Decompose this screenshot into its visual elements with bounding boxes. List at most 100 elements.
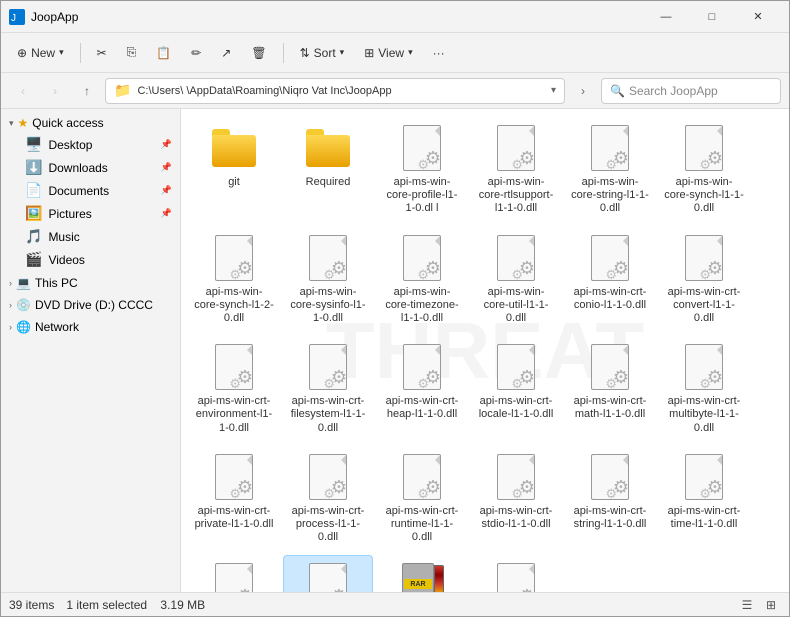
file-label: api-ms-win-core-sysinfo-l1-1-0.dll <box>288 286 368 326</box>
file-item[interactable]: ⚙ ⚙ api-ms-win-crt-process-l1-1-0.dll <box>283 446 373 552</box>
pin-icon-4: 📌 <box>161 208 172 219</box>
forward-button[interactable]: › <box>41 77 69 105</box>
file-item[interactable]: ⚙ ⚙ api-ms-win-crt-locale-l1-1-0.dll <box>471 336 561 442</box>
file-item[interactable]: ⚙ ⚙ api-ms-win-crt-math-l1-1-0.dll <box>565 336 655 442</box>
grid-view-button[interactable]: ⊞ <box>761 595 781 615</box>
sidebar-item-videos[interactable]: 🎬 Videos <box>1 248 180 271</box>
file-label: api-ms-win-crt-time-l1-1-0.dll <box>664 505 744 531</box>
sidebar-item-music[interactable]: 🎵 Music <box>1 225 180 248</box>
close-button[interactable]: ✕ <box>735 1 781 33</box>
more-button[interactable]: ··· <box>425 38 453 68</box>
file-icon-container <box>210 124 258 172</box>
maximize-button[interactable]: □ <box>689 1 735 33</box>
sort-chevron-icon: ▾ <box>340 47 345 58</box>
file-item[interactable]: ⚙ ⚙ d3dcompiler_47.dll <box>283 555 373 592</box>
quick-access-expand-icon: ▾ <box>9 118 14 129</box>
file-label: api-ms-win-crt-private-l1-1-0.dll <box>194 505 274 531</box>
file-icon-container: ⚙ ⚙ <box>492 453 540 501</box>
file-item[interactable]: ⚙ ⚙ api-ms-win-core-synch-l1-2-0.dll <box>189 227 279 333</box>
file-item[interactable]: ⚙ ⚙ api-ms-win-crt-stdio-l1-1-0.dll <box>471 446 561 552</box>
share-button[interactable]: ↗ <box>213 38 239 68</box>
back-button[interactable]: ‹ <box>9 77 37 105</box>
file-icon-container: ⚙ ⚙ <box>492 562 540 592</box>
new-icon: ⊕ <box>17 46 27 60</box>
list-view-button[interactable]: ☰ <box>737 595 757 615</box>
file-item[interactable]: ⚙ ⚙ api-ms-win-crt-heap-l1-1-0.dll <box>377 336 467 442</box>
network-section: › 🌐 Network <box>1 317 180 337</box>
file-item[interactable]: ⚙ ⚙ api-ms-win-core-rtlsupport-l1-1-0.dl… <box>471 117 561 223</box>
dll-icon: ⚙ ⚙ <box>685 344 723 390</box>
network-label: Network <box>35 320 79 334</box>
file-item[interactable]: ⚙ ⚙ api-ms-win-crt-conio-l1-1-0.dll <box>565 227 655 333</box>
network-header[interactable]: › 🌐 Network <box>1 317 180 337</box>
file-icon-container: ⚙ ⚙ <box>210 562 258 592</box>
file-item[interactable]: ⚙ ⚙ api-ms-win-crt-runtime-l1-1-0.dll <box>377 446 467 552</box>
file-item[interactable]: ⚙ ⚙ chrome_elf.dll <box>189 555 279 592</box>
pin-icon-2: 📌 <box>161 162 172 173</box>
dvd-icon: 💿 <box>16 298 31 312</box>
file-item[interactable]: git <box>189 117 279 223</box>
file-item[interactable]: ⚙ ⚙ api-ms-win-core-string-l1-1-0.dll <box>565 117 655 223</box>
app-icon: J <box>9 9 25 25</box>
file-label: api-ms-win-crt-locale-l1-1-0.dll <box>476 395 556 421</box>
go-button[interactable]: › <box>569 77 597 105</box>
file-label: api-ms-win-core-synch-l1-2-0.dll <box>194 286 274 326</box>
cut-button[interactable]: ✂ <box>89 38 115 68</box>
file-item[interactable]: ⚙ ⚙ api-ms-win-core-timezone-l1-1-0.dll <box>377 227 467 333</box>
file-item[interactable]: Required <box>283 117 373 223</box>
address-input[interactable]: 📁 C:\Users\ \AppData\Roaming\Niqro Vat I… <box>105 78 565 104</box>
quick-access-header[interactable]: ▾ ★ Quick access <box>1 113 180 133</box>
file-label: api-ms-win-crt-environment-l1-1-0.dll <box>194 395 274 435</box>
sidebar-item-pictures[interactable]: 🖼️ Pictures 📌 <box>1 202 180 225</box>
paste-button[interactable]: 📋 <box>148 38 179 68</box>
file-item[interactable]: ⚙ ⚙ api-ms-win-core-profile-l1-1-0.dl l <box>377 117 467 223</box>
file-item[interactable]: ⚙ ⚙ api-ms-win-crt-environment-l1-1-0.dl… <box>189 336 279 442</box>
minimize-button[interactable]: — <box>643 1 689 33</box>
file-icon-container: ⚙ ⚙ <box>210 453 258 501</box>
file-label: api-ms-win-crt-heap-l1-1-0.dll <box>382 395 462 421</box>
file-label: api-ms-win-crt-stdio-l1-1-0.dll <box>476 505 556 531</box>
file-item[interactable]: ⚙ ⚙ libcef.dll <box>471 555 561 592</box>
file-item[interactable]: ⚙ ⚙ api-ms-win-crt-filesystem-l1-1-0.dll <box>283 336 373 442</box>
file-item[interactable]: ⚙ ⚙ api-ms-win-core-sysinfo-l1-1-0.dll <box>283 227 373 333</box>
dll-icon: ⚙ ⚙ <box>309 563 347 592</box>
file-label: api-ms-win-crt-process-l1-1-0.dll <box>288 505 368 545</box>
file-item[interactable]: ⚙ ⚙ api-ms-win-core-util-l1-1-0.dll <box>471 227 561 333</box>
dvd-header[interactable]: › 💿 DVD Drive (D:) CCCC <box>1 295 180 315</box>
search-icon: 🔍 <box>610 84 625 98</box>
file-item[interactable]: RAR guirq.rar <box>377 555 467 592</box>
sidebar-item-downloads[interactable]: ⬇️ Downloads 📌 <box>1 156 180 179</box>
dvd-expand-icon: › <box>9 300 12 310</box>
new-button[interactable]: ⊕ New ▾ <box>9 38 72 68</box>
file-icon-container: ⚙ ⚙ <box>210 343 258 391</box>
music-icon: 🎵 <box>25 228 42 245</box>
file-item[interactable]: ⚙ ⚙ api-ms-win-crt-private-l1-1-0.dll <box>189 446 279 552</box>
folder-icon: 📁 <box>114 82 131 99</box>
pin-icon: 📌 <box>161 139 172 150</box>
dll-icon: ⚙ ⚙ <box>591 235 629 281</box>
copy-button[interactable]: ⎘ <box>119 38 145 68</box>
file-item[interactable]: ⚙ ⚙ api-ms-win-crt-string-l1-1-0.dll <box>565 446 655 552</box>
up-button[interactable]: ↑ <box>73 77 101 105</box>
this-pc-header[interactable]: › 💻 This PC <box>1 273 180 293</box>
sort-button[interactable]: ⇅ Sort ▾ <box>292 38 353 68</box>
file-item[interactable]: ⚙ ⚙ api-ms-win-crt-multibyte-l1-1-0.dll <box>659 336 749 442</box>
dll-icon: ⚙ ⚙ <box>497 235 535 281</box>
pictures-icon: 🖼️ <box>25 205 42 222</box>
dll-icon: ⚙ ⚙ <box>403 235 441 281</box>
file-item[interactable]: ⚙ ⚙ api-ms-win-crt-time-l1-1-0.dll <box>659 446 749 552</box>
dll-icon: ⚙ ⚙ <box>497 344 535 390</box>
view-button[interactable]: ⊞ View ▾ <box>356 38 420 68</box>
sidebar-item-music-label: Music <box>48 230 79 244</box>
network-icon: 🌐 <box>16 320 31 334</box>
file-icon-container: ⚙ ⚙ <box>680 343 728 391</box>
search-box[interactable]: 🔍 Search JoopApp <box>601 78 781 104</box>
sidebar-item-desktop[interactable]: 🖥️ Desktop 📌 <box>1 133 180 156</box>
pin-icon-3: 📌 <box>161 185 172 196</box>
delete-button[interactable]: 🗑 <box>243 38 274 68</box>
rename-button[interactable]: ✏ <box>183 38 209 68</box>
file-icon-container: ⚙ ⚙ <box>586 234 634 282</box>
file-item[interactable]: ⚙ ⚙ api-ms-win-crt-convert-l1-1-0.dll <box>659 227 749 333</box>
sidebar-item-documents[interactable]: 📄 Documents 📌 <box>1 179 180 202</box>
file-item[interactable]: ⚙ ⚙ api-ms-win-core-synch-l1-1-0.dll <box>659 117 749 223</box>
